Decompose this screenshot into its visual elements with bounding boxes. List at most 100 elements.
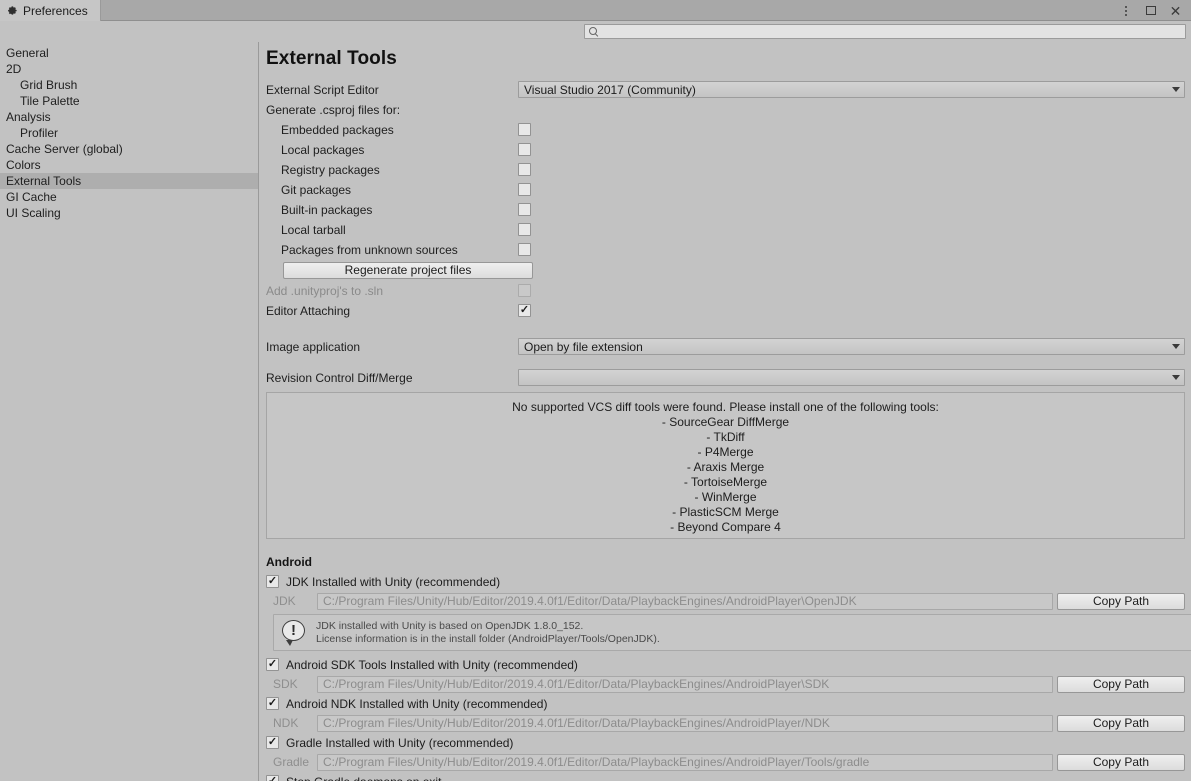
sidebar-item-tile-palette[interactable]: Tile Palette xyxy=(0,93,258,109)
embedded-packages-label: Embedded packages xyxy=(281,122,394,137)
editor-attaching-row: Editor Attaching ✓ xyxy=(266,301,1185,320)
regenerate-project-files-button[interactable]: Regenerate project files xyxy=(283,261,533,279)
sidebar-item-general[interactable]: General xyxy=(0,45,258,61)
add-unityproj-label: Add .unityproj's to .sln xyxy=(266,283,384,298)
gear-icon xyxy=(7,5,18,16)
tab-label: Preferences xyxy=(23,3,88,18)
image-application-row: Image application Open by file extension xyxy=(266,337,1185,356)
ndk-path-label: NDK xyxy=(273,716,299,730)
page-title: External Tools xyxy=(266,48,397,69)
sidebar-item-cache-server[interactable]: Cache Server (global) xyxy=(0,141,258,157)
csproj-option-row: Git packages xyxy=(266,180,1185,199)
editor-attaching-checkbox[interactable]: ✓ xyxy=(518,304,531,317)
chevron-down-icon xyxy=(1172,87,1180,92)
sidebar-item-analysis[interactable]: Analysis xyxy=(0,109,258,125)
regenerate-row: Regenerate project files xyxy=(266,260,1185,280)
registry-packages-checkbox[interactable] xyxy=(518,163,531,176)
jdk-path-row: JDK C:/Program Files/Unity/Hub/Editor/20… xyxy=(266,591,1185,611)
sidebar-item-external-tools[interactable]: External Tools xyxy=(0,173,258,189)
window-menu-icon[interactable] xyxy=(1118,3,1133,18)
revision-control-dropdown[interactable] xyxy=(518,369,1185,386)
jdk-path-field[interactable]: C:/Program Files/Unity/Hub/Editor/2019.4… xyxy=(317,592,1053,610)
ndk-installed-checkbox[interactable]: ✓ xyxy=(266,697,279,710)
vcs-tool-item: - P4Merge xyxy=(697,445,754,459)
csproj-option-row: Local tarball xyxy=(266,220,1185,239)
tab-preferences[interactable]: Preferences xyxy=(0,0,101,21)
vcs-tool-item: - WinMerge xyxy=(694,490,757,504)
sdk-path-label: SDK xyxy=(273,677,298,691)
jdk-copy-path-button[interactable]: Copy Path xyxy=(1057,592,1185,610)
gradle-path-row: Gradle C:/Program Files/Unity/Hub/Editor… xyxy=(266,752,1185,772)
unknown-sources-packages-checkbox[interactable] xyxy=(518,243,531,256)
git-packages-checkbox[interactable] xyxy=(518,183,531,196)
gradle-copy-path-button[interactable]: Copy Path xyxy=(1057,753,1185,771)
csproj-option-row: Built-in packages xyxy=(266,200,1185,219)
jdk-installed-checkbox[interactable]: ✓ xyxy=(266,575,279,588)
stop-gradle-daemons-checkbox[interactable]: ✓ xyxy=(266,775,279,781)
search-input[interactable] xyxy=(598,25,1181,38)
unknown-sources-packages-label: Packages from unknown sources xyxy=(281,242,458,257)
preferences-sidebar: General 2D Grid Brush Tile Palette Analy… xyxy=(0,42,259,781)
sidebar-item-gi-cache[interactable]: GI Cache xyxy=(0,189,258,205)
window-titlebar: Preferences ✕ xyxy=(0,0,1191,21)
external-script-editor-label: External Script Editor xyxy=(266,82,379,97)
image-application-label: Image application xyxy=(266,339,361,354)
window-controls: ✕ xyxy=(1118,0,1187,21)
external-script-editor-dropdown[interactable]: Visual Studio 2017 (Community) xyxy=(518,81,1185,98)
ndk-path-field[interactable]: C:/Program Files/Unity/Hub/Editor/2019.4… xyxy=(317,714,1053,732)
image-application-dropdown[interactable]: Open by file extension xyxy=(518,338,1185,355)
vcs-tool-item: - Beyond Compare 4 xyxy=(670,520,781,534)
check-icon: ✓ xyxy=(519,304,530,316)
generate-csproj-label: Generate .csproj files for: xyxy=(266,102,401,117)
check-icon: ✓ xyxy=(267,736,278,748)
builtin-packages-label: Built-in packages xyxy=(281,202,373,217)
embedded-packages-checkbox[interactable] xyxy=(518,123,531,136)
vcs-tool-item: - TkDiff xyxy=(706,430,745,444)
sdk-path-field[interactable]: C:/Program Files/Unity/Hub/Editor/2019.4… xyxy=(317,675,1053,693)
vcs-help-box: No supported VCS diff tools were found. … xyxy=(266,392,1185,539)
sdk-copy-path-button[interactable]: Copy Path xyxy=(1057,675,1185,693)
local-tarball-checkbox[interactable] xyxy=(518,223,531,236)
gradle-installed-checkbox[interactable]: ✓ xyxy=(266,736,279,749)
check-icon: ✓ xyxy=(267,575,278,587)
search-row xyxy=(0,21,1191,42)
csproj-option-row: Registry packages xyxy=(266,160,1185,179)
csproj-option-row: Embedded packages xyxy=(266,120,1185,139)
ndk-copy-path-button[interactable]: Copy Path xyxy=(1057,714,1185,732)
ndk-installed-row: ✓ Android NDK Installed with Unity (reco… xyxy=(266,694,1185,713)
close-icon[interactable]: ✕ xyxy=(1168,3,1183,18)
external-tools-panel: External Tools External Script Editor Vi… xyxy=(259,42,1191,781)
external-script-editor-row: External Script Editor Visual Studio 201… xyxy=(266,80,1185,99)
generate-csproj-header-row: Generate .csproj files for: xyxy=(266,100,1185,119)
sidebar-item-grid-brush[interactable]: Grid Brush xyxy=(0,77,258,93)
sidebar-item-profiler[interactable]: Profiler xyxy=(0,125,258,141)
chevron-down-icon xyxy=(1172,344,1180,349)
image-application-value: Open by file extension xyxy=(524,339,643,354)
chevron-down-icon xyxy=(1172,375,1180,380)
sidebar-item-colors[interactable]: Colors xyxy=(0,157,258,173)
git-packages-label: Git packages xyxy=(281,182,352,197)
sidebar-item-ui-scaling[interactable]: UI Scaling xyxy=(0,205,258,221)
search-field[interactable] xyxy=(584,24,1186,39)
local-packages-checkbox[interactable] xyxy=(518,143,531,156)
ndk-path-row: NDK C:/Program Files/Unity/Hub/Editor/20… xyxy=(266,713,1185,733)
warning-bubble-icon: ! xyxy=(282,620,307,646)
gradle-installed-label: Gradle Installed with Unity (recommended… xyxy=(286,735,514,750)
gradle-path-label: Gradle xyxy=(273,755,310,769)
jdk-info-box: ! JDK installed with Unity is based on O… xyxy=(273,614,1191,651)
sdk-installed-checkbox[interactable]: ✓ xyxy=(266,658,279,671)
vcs-tool-item: - TortoiseMerge xyxy=(683,475,768,489)
vcs-tool-item: - SourceGear DiffMerge xyxy=(661,415,790,429)
vcs-tool-item: - PlasticSCM Merge xyxy=(672,505,779,519)
jdk-info-line2: License information is in the install fo… xyxy=(316,632,660,645)
sdk-path-row: SDK C:/Program Files/Unity/Hub/Editor/20… xyxy=(266,674,1185,694)
maximize-icon[interactable] xyxy=(1143,3,1158,18)
check-icon: ✓ xyxy=(267,697,278,709)
builtin-packages-checkbox[interactable] xyxy=(518,203,531,216)
sidebar-item-2d[interactable]: 2D xyxy=(0,61,258,77)
revision-control-label: Revision Control Diff/Merge xyxy=(266,370,413,385)
gradle-path-field[interactable]: C:/Program Files/Unity/Hub/Editor/2019.4… xyxy=(317,753,1053,771)
gradle-installed-row: ✓ Gradle Installed with Unity (recommend… xyxy=(266,733,1185,752)
jdk-installed-row: ✓ JDK Installed with Unity (recommended) xyxy=(266,572,1185,591)
search-icon xyxy=(589,27,598,36)
